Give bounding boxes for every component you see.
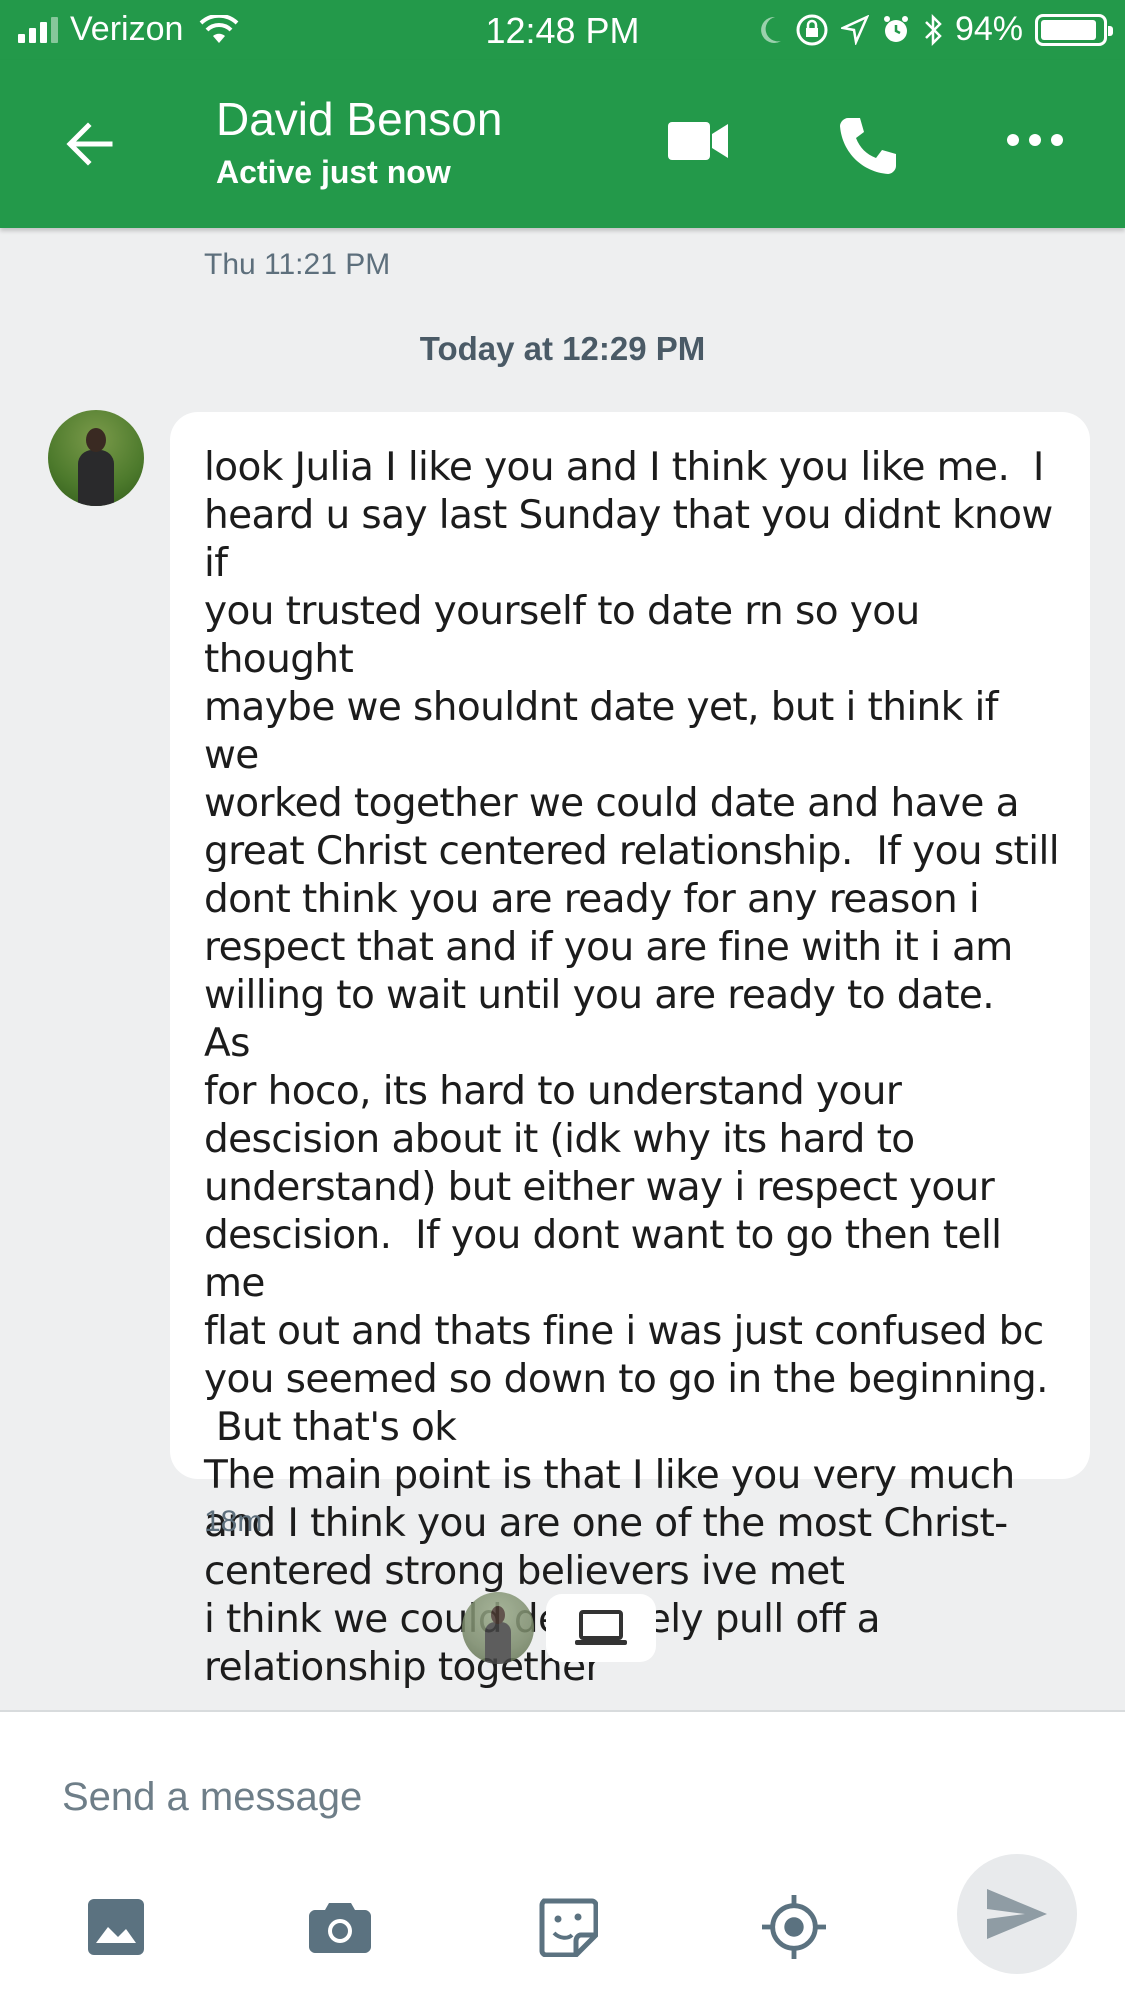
chat-header: David Benson Active just now	[0, 60, 1125, 228]
message-time: 18m	[204, 1505, 263, 1538]
phone-icon[interactable]	[836, 114, 898, 176]
location-button[interactable]	[762, 1895, 826, 1959]
orientation-lock-icon	[796, 14, 828, 45]
battery-icon	[1035, 13, 1113, 46]
gallery-button[interactable]	[84, 1895, 148, 1959]
status-bar: Verizon 12:48 PM 94%	[0, 0, 1125, 60]
image-icon	[88, 1899, 144, 1955]
alarm-icon	[883, 15, 908, 42]
location-arrow-icon	[840, 14, 869, 45]
message-input[interactable]	[62, 1762, 962, 1832]
video-camera-icon[interactable]	[668, 118, 730, 164]
read-receipt-device	[546, 1594, 656, 1662]
message-bubble[interactable]: look Julia I like you and I think you li…	[170, 412, 1090, 1690]
message-composer	[0, 1710, 1125, 2001]
back-arrow-icon[interactable]	[60, 114, 120, 174]
contact-status: Active just now	[216, 154, 451, 190]
camera-button[interactable]	[308, 1895, 372, 1959]
location-icon	[762, 1895, 826, 1959]
contact-name[interactable]: David Benson	[216, 92, 502, 146]
moon-icon	[761, 16, 781, 43]
battery-percent: 94%	[954, 10, 1023, 48]
send-button[interactable]	[957, 1854, 1077, 1974]
sender-avatar[interactable]	[48, 410, 144, 506]
message-text: look Julia I like you and I think you li…	[204, 445, 1060, 1690]
camera-icon	[309, 1903, 371, 1953]
sticker-button[interactable]	[536, 1895, 600, 1959]
more-dots-icon[interactable]	[1005, 120, 1065, 160]
sticker-icon	[539, 1898, 598, 1957]
send-icon	[987, 1889, 1047, 1939]
status-right: 94%	[757, 10, 1113, 49]
bluetooth-icon	[925, 13, 942, 46]
read-receipt	[462, 1592, 656, 1664]
date-divider: Today at 12:29 PM	[419, 330, 706, 367]
laptop-icon	[575, 1610, 627, 1645]
previous-message-timestamp: Thu 11:21 PM	[204, 248, 391, 281]
read-receipt-avatar	[462, 1592, 534, 1664]
